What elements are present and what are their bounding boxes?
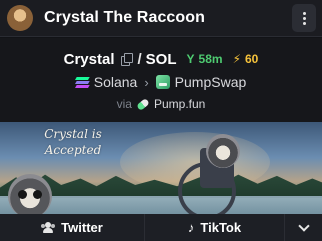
twitter-button[interactable]: Twitter xyxy=(0,214,145,241)
copy-icon[interactable] xyxy=(120,53,133,66)
base-symbol: Crystal xyxy=(63,50,115,68)
twitter-label: Twitter xyxy=(61,220,103,235)
chain-row: Solana › PumpSwap xyxy=(0,73,322,91)
pill-icon xyxy=(136,97,150,111)
quote-symbol: SOL xyxy=(145,50,177,68)
launchpad-name[interactable]: Pump.fun xyxy=(154,97,205,111)
vertical-dots-icon xyxy=(302,11,306,15)
dex-name[interactable]: PumpSwap xyxy=(175,74,247,90)
header-bar: Crystal The Raccoon xyxy=(0,0,322,37)
launchpad-row: via Pump.fun xyxy=(0,96,322,112)
token-title: Crystal The Raccoon xyxy=(44,9,206,26)
token-logo xyxy=(7,5,33,31)
more-links-button[interactable] xyxy=(285,214,322,241)
banner-caption: Crystal is Accepted xyxy=(44,127,102,157)
users-icon xyxy=(41,222,56,233)
seedling-icon: Y xyxy=(186,52,195,66)
menu-button[interactable] xyxy=(292,4,316,32)
lightning-icon: ⚡ xyxy=(232,52,241,66)
pair-info-panel: Crystal / SOL Y 58m ⚡ 60 Solana › PumpSw… xyxy=(0,38,322,122)
tiktok-button[interactable]: ♪ TikTok xyxy=(145,214,285,241)
solana-icon xyxy=(75,76,90,88)
boost-count[interactable]: 60 xyxy=(245,52,258,66)
wheelchair-wheel xyxy=(178,162,236,220)
pumpswap-icon xyxy=(155,75,170,89)
tiktok-icon: ♪ xyxy=(187,220,195,235)
pair-separator: / xyxy=(137,50,142,68)
via-label: via xyxy=(116,97,132,111)
social-links-bar: Twitter ♪ TikTok xyxy=(0,214,322,241)
chevron-right-icon: › xyxy=(144,74,149,90)
pair-age: 58m xyxy=(198,52,223,66)
pair-row: Crystal / SOL Y 58m ⚡ 60 xyxy=(0,50,322,68)
raccoon-in-wheelchair xyxy=(206,134,240,168)
chain-name[interactable]: Solana xyxy=(94,74,138,90)
tiktok-label: TikTok xyxy=(200,220,242,235)
chevron-down-icon xyxy=(297,219,310,232)
raccoon-face xyxy=(8,174,52,218)
